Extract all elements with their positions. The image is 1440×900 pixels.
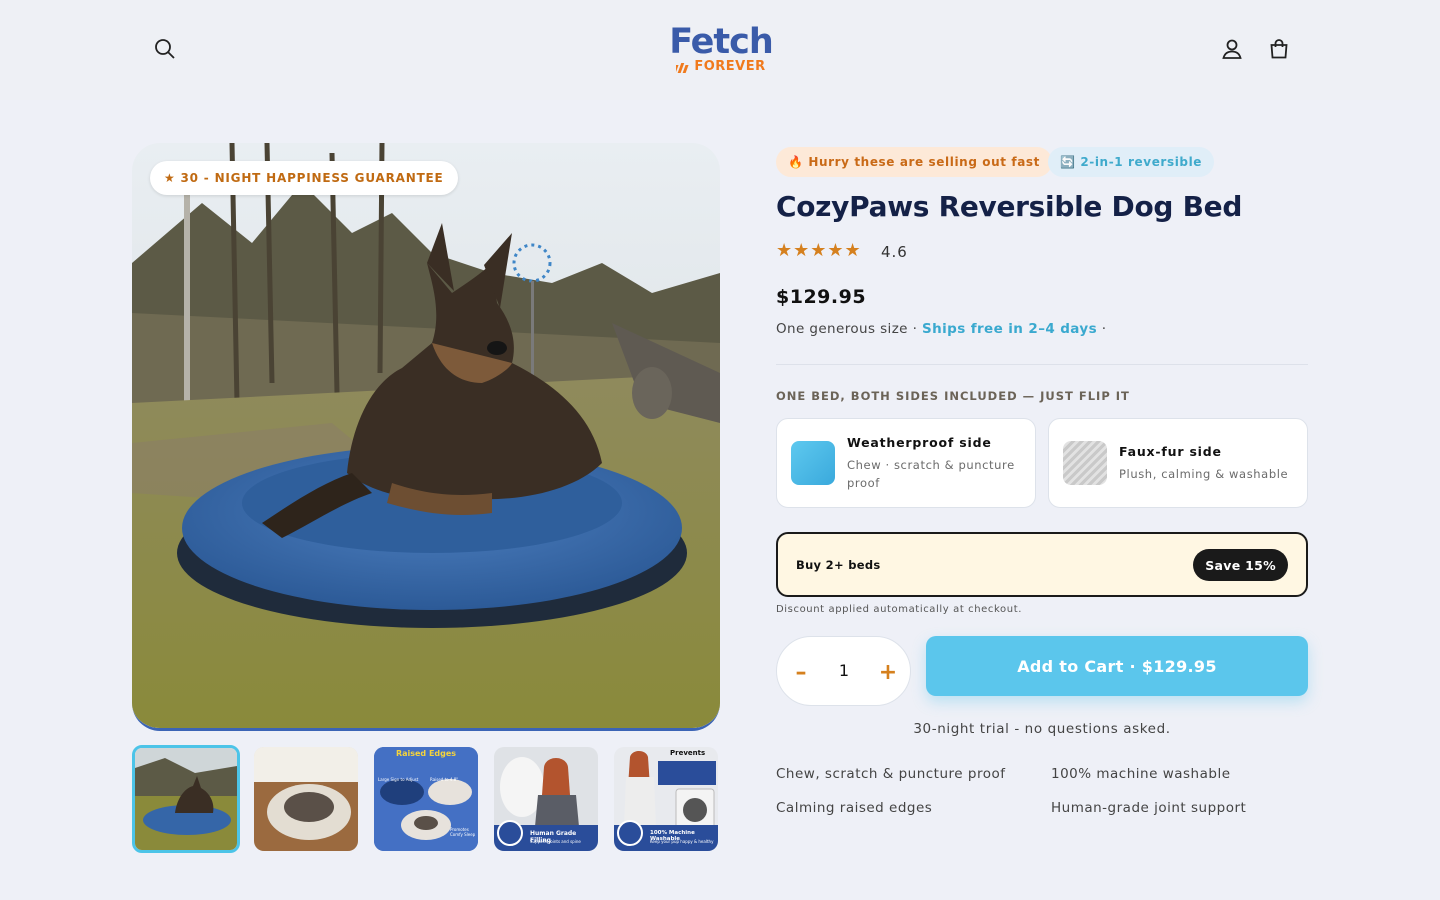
quantity-value[interactable]: 1 xyxy=(832,661,856,680)
divider xyxy=(776,364,1308,365)
quantity-stepper: – 1 + xyxy=(776,636,911,706)
bundle-label: Buy 2+ beds xyxy=(796,558,881,572)
side-option-weatherproof[interactable]: Weatherproof side Chew · scratch & punct… xyxy=(776,418,1036,508)
side-description: proof xyxy=(847,476,880,490)
add-to-cart-button[interactable]: Add to Cart · $129.95 xyxy=(926,636,1308,696)
size-shipping-line: One generous size · Ships free in 2–4 da… xyxy=(776,321,1106,337)
faux-fur-swatch xyxy=(1063,441,1107,485)
product-price: $129.95 xyxy=(776,286,867,308)
user-icon[interactable] xyxy=(1217,34,1247,64)
product-title: CozyPaws Reversible Dog Bed xyxy=(776,190,1243,223)
guarantee-badge: ★ 30 - NIGHT HAPPINESS GUARANTEE xyxy=(150,161,458,195)
thumbnail-caption: Raised Edges xyxy=(395,749,457,758)
rating-value: 4.6 xyxy=(881,243,908,261)
badge-reversible: 🔄 2-in-1 reversible xyxy=(1048,147,1215,177)
thumbnail-image xyxy=(254,747,358,851)
side-title: Faux-fur side xyxy=(1119,444,1222,459)
logo-wordmark: Fetch xyxy=(669,22,774,62)
star-rating: ★★★★★ xyxy=(776,240,862,261)
paw-icon xyxy=(676,63,689,73)
site-header: Fetch FOREVER xyxy=(0,0,1440,100)
feature-item: 100% machine washable xyxy=(1051,766,1231,782)
thumbnail-subcaption: Supports joints and spine xyxy=(530,839,581,844)
thumbnail-caption: Prevents xyxy=(670,749,706,757)
thumbnail-1[interactable] xyxy=(132,745,240,853)
size-text: One generous size · xyxy=(776,321,922,337)
thumbnail-3[interactable]: Raised Edges Large Sign to Adjust Raised… xyxy=(374,747,478,851)
discount-note: Discount applied automatically at checko… xyxy=(776,604,1022,615)
thumbnail-5[interactable]: Prevents 100% Machine Washable Keep your… xyxy=(614,747,718,851)
feature-item: Chew, scratch & puncture proof xyxy=(776,766,1006,782)
side-description: Chew · scratch & puncture xyxy=(847,458,1015,472)
cart-icon[interactable] xyxy=(1264,34,1294,64)
brand-logo[interactable]: Fetch FOREVER xyxy=(669,22,774,76)
side-description: Plush, calming & washable xyxy=(1119,467,1289,481)
save-badge: Save 15% xyxy=(1193,549,1288,581)
thumbnail-subcaption: Promotes Comfy Sleep xyxy=(450,827,476,837)
increase-quantity-button[interactable]: + xyxy=(876,659,900,685)
shipping-suffix: · xyxy=(1097,321,1107,337)
product-main-image[interactable] xyxy=(132,143,720,731)
thumbnail-subcaption: Large Sign to Adjust xyxy=(378,777,419,782)
thumbnail-2[interactable] xyxy=(254,747,358,851)
dog-photo xyxy=(132,143,720,728)
shipping-text: Ships free in 2–4 days xyxy=(921,321,1098,337)
thumbnail-image xyxy=(135,748,237,850)
thumbnail-4[interactable]: Human Grade Filling Supports joints and … xyxy=(494,747,598,851)
decrease-quantity-button[interactable]: – xyxy=(789,659,813,685)
sides-label: ONE BED, BOTH SIDES INCLUDED — JUST FLIP… xyxy=(776,389,1130,403)
side-option-faux-fur[interactable]: Faux-fur side Plush, calming & washable xyxy=(1048,418,1308,508)
thumbnail-subcaption: Keep your pup happy & healthy xyxy=(650,839,714,844)
badge-selling-fast: 🔥 Hurry these are selling out fast xyxy=(776,147,1052,177)
bundle-offer[interactable]: Buy 2+ beds Save 15% xyxy=(776,532,1308,597)
logo-subtitle: FOREVER xyxy=(669,60,773,74)
weatherproof-swatch xyxy=(791,441,835,485)
side-title: Weatherproof side xyxy=(847,435,992,450)
trial-note: 30-night trial - no questions asked. xyxy=(913,721,1171,737)
feature-item: Calming raised edges xyxy=(776,800,933,816)
thumbnail-subcaption: Raised to 4.8" xyxy=(430,777,459,782)
search-icon[interactable] xyxy=(150,34,180,64)
feature-item: Human-grade joint support xyxy=(1051,800,1247,816)
